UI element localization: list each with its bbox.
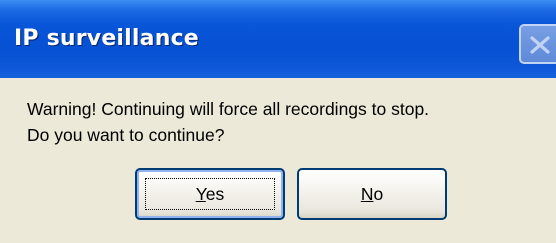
yes-button[interactable]: Yes [135,168,285,220]
close-icon [530,36,550,54]
message-line-question: Do you want to continue? [27,125,225,145]
no-accelerator: N [360,183,374,204]
close-button[interactable] [519,24,556,64]
message-text: Warning! Continuing will force all recor… [27,96,429,148]
message-line-warning: Warning! Continuing will force all recor… [27,99,430,119]
focus-ring [145,178,275,210]
title-bar[interactable]: IP surveillance [0,0,556,78]
no-label-rest: o [373,183,384,204]
no-button[interactable]: No [297,168,447,220]
dialog-window: IP surveillance Warning! Continuing will… [0,0,556,243]
no-button-label: No [361,184,383,205]
window-title: IP surveillance [14,26,199,51]
